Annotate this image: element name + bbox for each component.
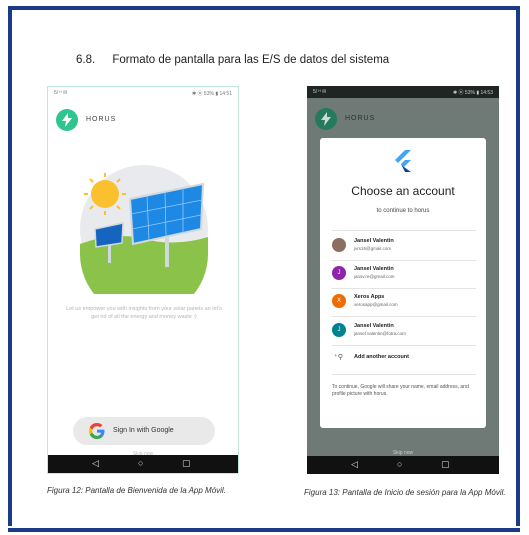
status-bar: 5/ ᴴ ✉ ✱ ⦿ 53% ▮ 14:51 (48, 87, 238, 99)
status-right: ✱ ⦿ 53% ▮ 14:51 (191, 91, 232, 97)
home-icon[interactable]: ○ (138, 458, 143, 468)
add-person-icon: ⁺⚲ (334, 354, 343, 361)
status-bar: 5/ ᴴ ✉ ✱ ⦿ 53% ▮ 14:53 (307, 86, 499, 98)
account-email: jvrs16@gmail.com (354, 246, 392, 251)
avatar: X (332, 294, 346, 308)
choose-account-dialog: Choose an account to continue to horus J… (320, 138, 486, 428)
divider (332, 288, 476, 289)
section-title: Formato de pantalla para las E/S de dato… (112, 54, 390, 66)
account-email: xerosapp@gmail.com (354, 302, 398, 307)
sign-in-screen-phone: 5/ ᴴ ✉ ✱ ⦿ 53% ▮ 14:53 HORUS Choose an a… (307, 86, 499, 474)
divider (332, 345, 476, 346)
avatar: J (332, 266, 346, 280)
document-frame-bottom (8, 528, 520, 532)
add-account-label: Add another account (354, 354, 410, 360)
account-email: jansv.re@gmail.com (354, 274, 395, 279)
app-name: HORUS (86, 116, 117, 123)
google-g-icon (89, 423, 105, 439)
section-heading: 6.8. Formato de pantalla para las E/S de… (76, 54, 389, 66)
back-icon[interactable]: ◁ (92, 458, 99, 469)
divider (332, 374, 476, 375)
account-item[interactable]: Jansel Valentin jvrs16@gmail.com (332, 236, 476, 258)
android-nav-bar: ◁ ○ ▢ (307, 456, 499, 474)
welcome-screen-phone: 5/ ᴴ ✉ ✱ ⦿ 53% ▮ 14:51 HORUS Let us empo… (47, 86, 239, 474)
status-left: 5/ ᴴ ✉ (54, 90, 68, 96)
android-nav-bar: ◁ ○ ▢ (48, 455, 238, 473)
add-account-button[interactable]: ⁺⚲ Add another account (332, 352, 476, 368)
avatar: J (332, 323, 346, 337)
dialog-subtitle: to continue to horus (376, 208, 430, 214)
account-name: Jansel Valentin (354, 323, 394, 329)
app-logo (56, 109, 78, 131)
flutter-logo-icon (395, 150, 411, 172)
section-number: 6.8. (76, 54, 96, 66)
account-item[interactable]: X Xeros Apps xerosapp@gmail.com (332, 292, 476, 314)
divider (332, 260, 476, 261)
account-email: jansel.valentin@fotra.com (354, 331, 406, 336)
welcome-tagline: Let us empower you with insights from yo… (66, 306, 222, 320)
app-logo (315, 108, 337, 130)
avatar (332, 238, 346, 252)
divider (332, 230, 476, 231)
recents-icon[interactable]: ▢ (182, 458, 191, 469)
account-name: Xeros Apps (354, 294, 385, 300)
recents-icon[interactable]: ▢ (441, 459, 450, 470)
account-name: Jansel Valentin (354, 266, 394, 272)
account-item[interactable]: J Jansel Valentin jansel.valentin@fotra.… (332, 321, 476, 343)
google-button-label: Sign In with Google (113, 427, 174, 434)
status-right: ✱ ⦿ 53% ▮ 14:53 (452, 90, 493, 96)
divider (332, 316, 476, 317)
back-icon[interactable]: ◁ (351, 459, 358, 470)
figure-13-caption: Figura 13: Pantalla de Inicio de sesión … (304, 488, 506, 497)
figure-12-caption: Figura 12: Pantalla de Bienvenida de la … (47, 486, 226, 495)
app-name: HORUS (345, 115, 376, 122)
bolt-icon (321, 112, 331, 126)
status-left: 5/ ᴴ ✉ (313, 89, 327, 95)
account-name: Jansel Valentin (354, 238, 394, 244)
account-item[interactable]: J Jansel Valentin jansv.re@gmail.com (332, 264, 476, 286)
dialog-title: Choose an account (351, 184, 455, 198)
dialog-footer-text: To continue, Google will share your name… (332, 384, 469, 397)
bolt-icon (62, 113, 72, 127)
solar-panel-illustration (80, 165, 208, 294)
sign-in-with-google-button[interactable]: Sign In with Google (73, 417, 215, 445)
home-icon[interactable]: ○ (397, 459, 402, 469)
